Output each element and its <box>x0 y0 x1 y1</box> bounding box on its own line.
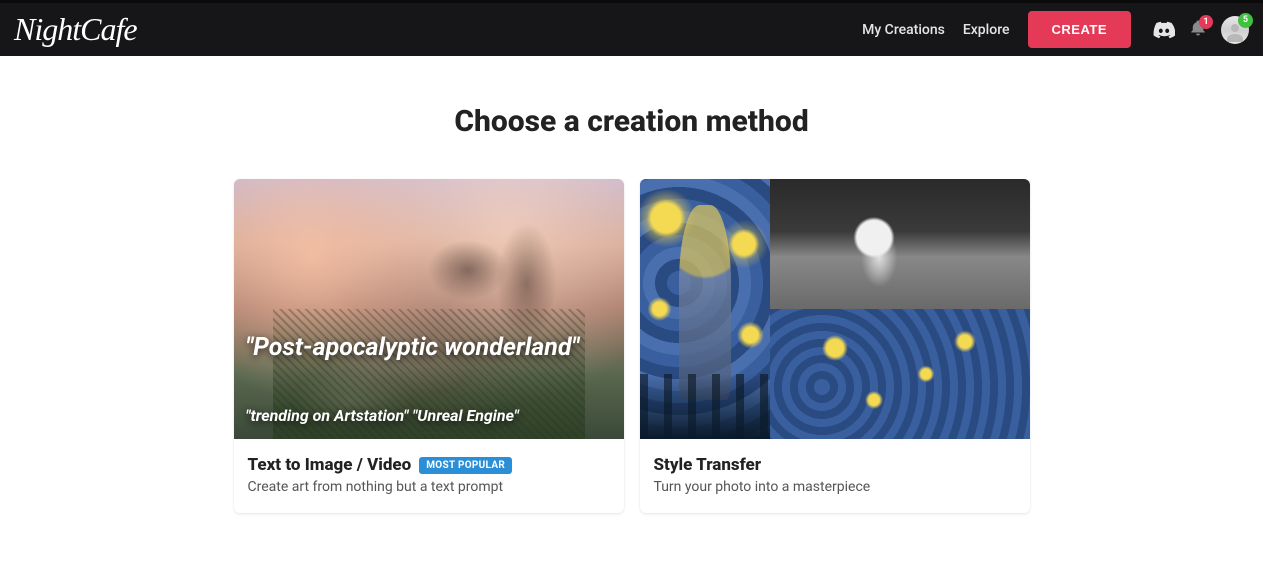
most-popular-badge: MOST POPULAR <box>419 457 512 474</box>
card-title: Text to Image / Video <box>248 455 412 475</box>
astronaut-photo <box>770 179 1030 309</box>
page-title: Choose a creation method <box>0 104 1263 139</box>
app-header: NightCafe My Creations Explore CREATE 1 … <box>0 0 1263 56</box>
card-subtitle: Turn your photo into a masterpiece <box>654 479 1016 495</box>
notifications-button[interactable]: 1 <box>1189 19 1207 41</box>
creation-methods: "Post-apocalyptic wonderland" "trending … <box>0 179 1263 513</box>
starry-night-astronaut <box>640 179 770 439</box>
user-menu[interactable]: 5 <box>1221 16 1249 44</box>
card-style-transfer[interactable]: Style Transfer Turn your photo into a ma… <box>640 179 1030 513</box>
logo-text: NightCafe <box>14 11 137 48</box>
discord-icon[interactable] <box>1153 19 1175 41</box>
card-preview-image: "Post-apocalyptic wonderland" "trending … <box>234 179 624 439</box>
nav-right: My Creations Explore CREATE 1 5 <box>862 11 1249 48</box>
logo[interactable]: NightCafe <box>14 11 137 48</box>
card-title: Style Transfer <box>654 455 762 475</box>
notifications-badge: 1 <box>1199 15 1213 29</box>
card-body: Text to Image / Video MOST POPULAR Creat… <box>234 439 624 513</box>
card-preview-image <box>640 179 1030 439</box>
prompt-overlay-1: "Post-apocalyptic wonderland" <box>246 334 612 363</box>
nav-my-creations[interactable]: My Creations <box>862 22 945 38</box>
prompt-overlay-2: "trending on Artstation" "Unreal Engine" <box>246 406 612 425</box>
nav-explore[interactable]: Explore <box>963 22 1010 38</box>
starry-night-style <box>770 309 1030 439</box>
card-body: Style Transfer Turn your photo into a ma… <box>640 439 1030 513</box>
card-subtitle: Create art from nothing but a text promp… <box>248 479 610 495</box>
credits-badge: 5 <box>1238 13 1253 28</box>
header-icons: 1 5 <box>1153 16 1249 44</box>
card-text-to-image[interactable]: "Post-apocalyptic wonderland" "trending … <box>234 179 624 513</box>
create-button[interactable]: CREATE <box>1028 11 1131 48</box>
